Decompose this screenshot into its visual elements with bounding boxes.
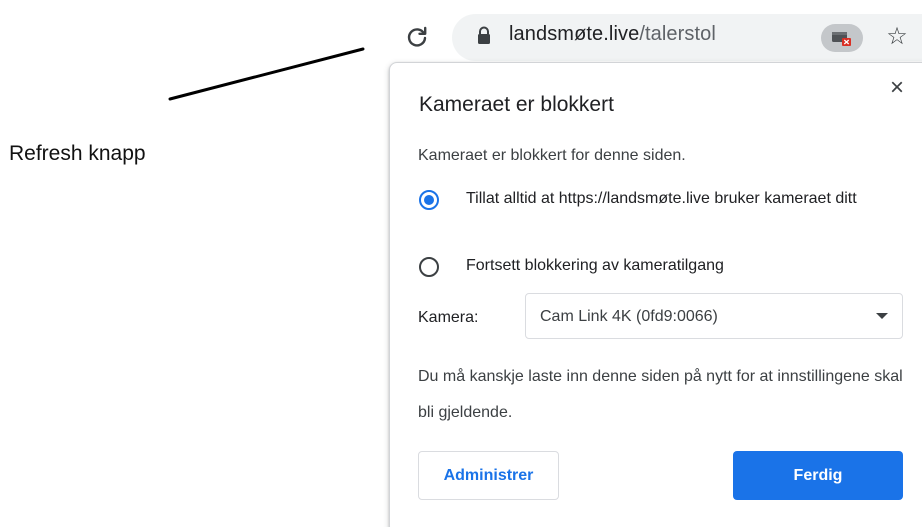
camera-permission-popup: × Kameraet er blokkert Kameraet er blokk…: [389, 62, 922, 527]
camera-select-value: Cam Link 4K (0fd9:0066): [540, 308, 718, 325]
popup-description: Kameraet er blokkert for denne siden.: [418, 147, 686, 164]
camera-blocked-button[interactable]: [821, 24, 863, 52]
radio-allow-label[interactable]: Tillat alltid at https://landsmøte.live …: [466, 189, 886, 209]
popup-title: Kameraet er blokkert: [419, 93, 614, 116]
camera-label: Kamera:: [418, 309, 479, 326]
camera-blocked-icon: [832, 32, 851, 46]
chevron-down-icon: [876, 313, 888, 319]
reload-note: Du må kanskje laste inn denne siden på n…: [418, 368, 903, 421]
annotation-label: Refresh knapp: [9, 142, 146, 165]
url-text[interactable]: landsmøte.live/talerstol: [509, 23, 716, 46]
manage-button[interactable]: Administrer: [418, 451, 559, 500]
radio-block-label[interactable]: Fortsett blokkering av kameratilgang: [466, 256, 724, 276]
close-icon[interactable]: ×: [886, 76, 908, 100]
reload-icon[interactable]: [404, 24, 430, 50]
url-host: landsmøte.live: [509, 23, 640, 45]
bookmark-star-icon[interactable]: ☆: [884, 24, 910, 50]
radio-allow[interactable]: [419, 190, 439, 210]
done-button[interactable]: Ferdig: [733, 451, 903, 500]
camera-select[interactable]: Cam Link 4K (0fd9:0066): [525, 293, 903, 339]
screenshot-canvas: Refresh knapp landsmøte.live/talerstol ☆…: [0, 0, 922, 527]
url-path: /talerstol: [639, 23, 716, 45]
radio-block[interactable]: [419, 257, 439, 277]
lock-icon[interactable]: [476, 26, 492, 46]
